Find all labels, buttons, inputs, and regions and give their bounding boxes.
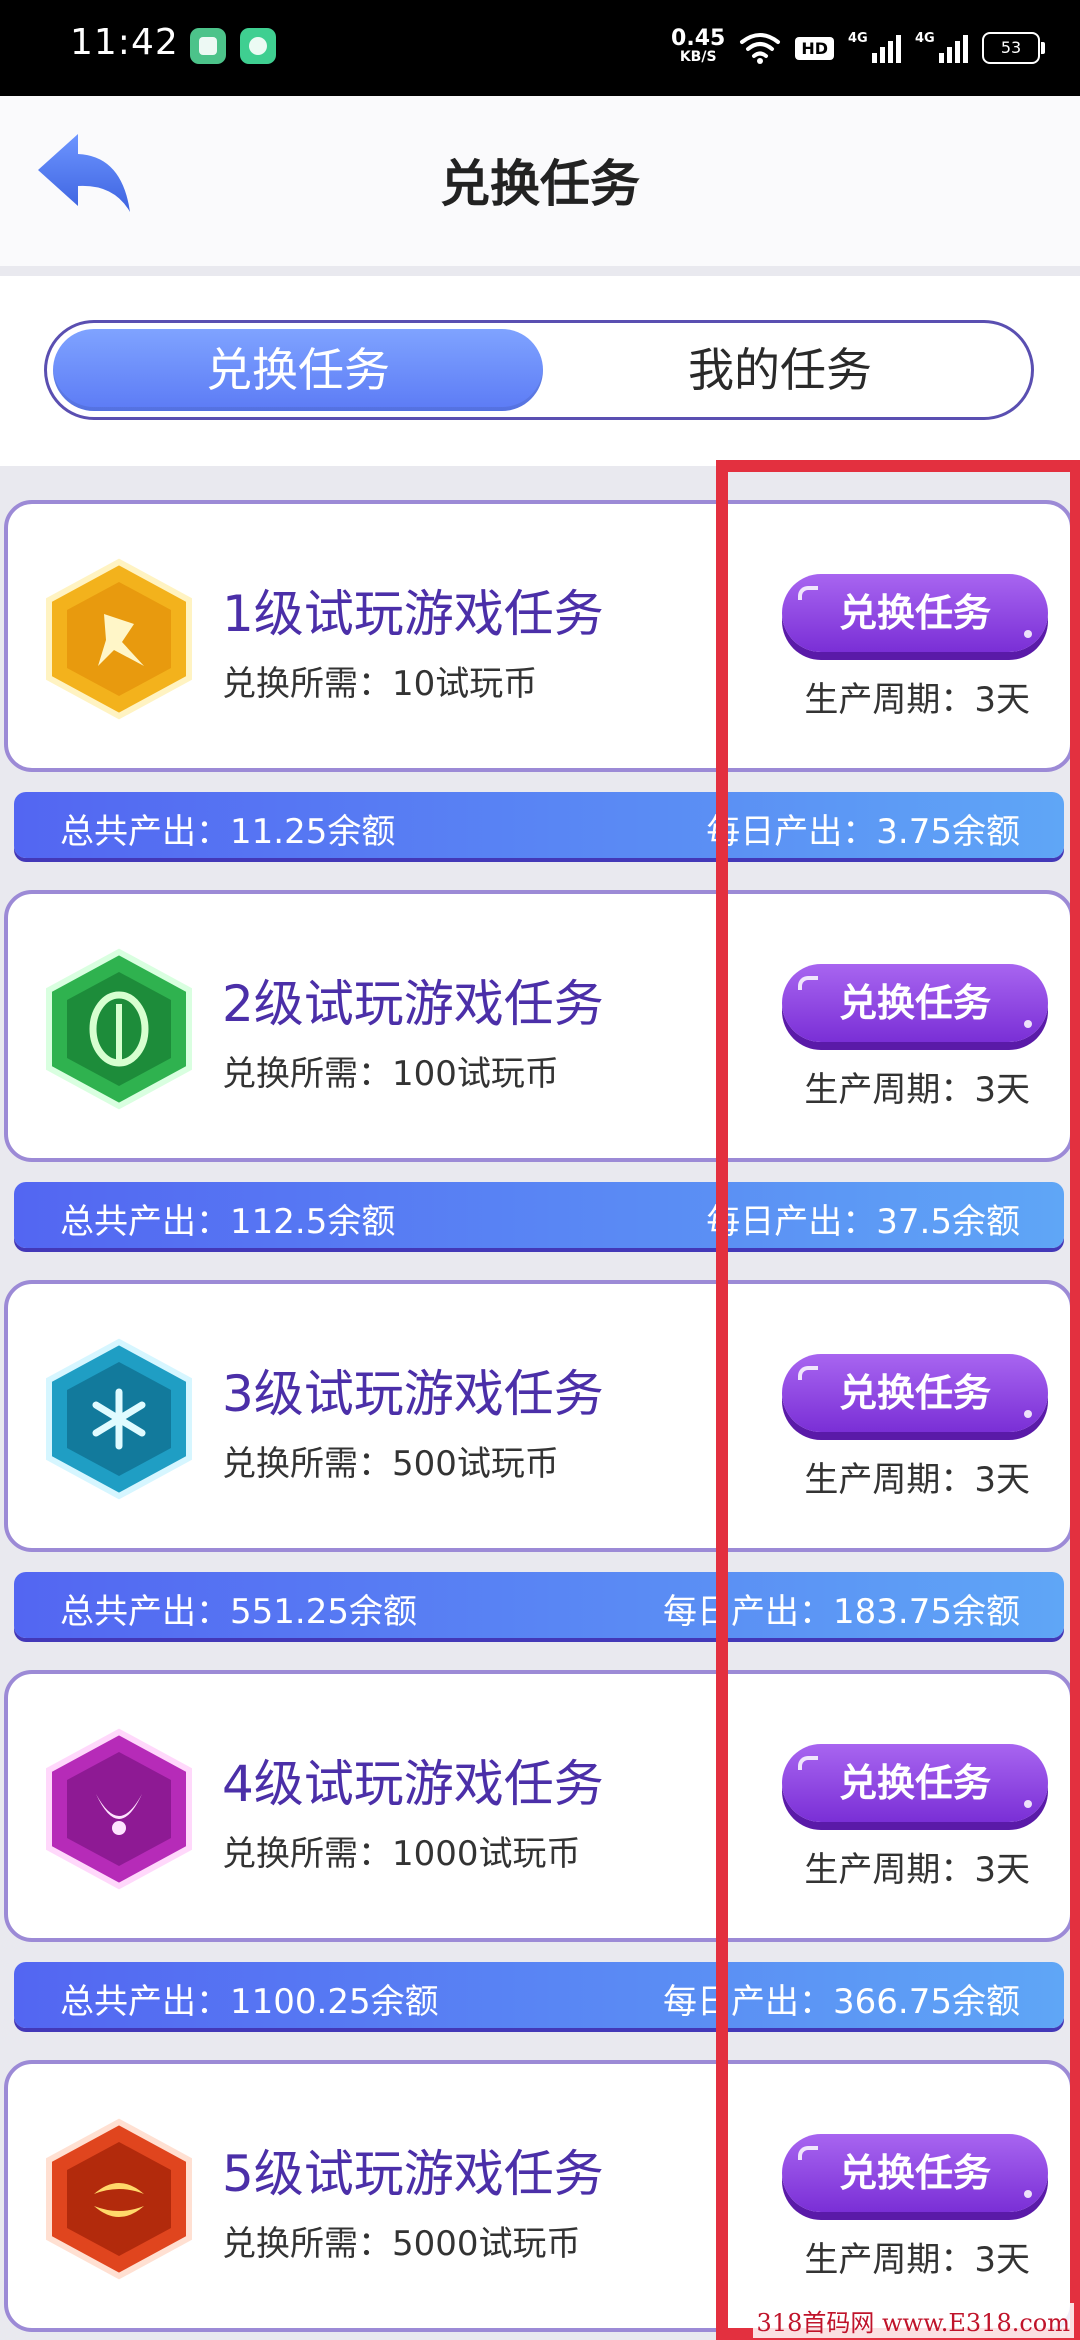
redeem-task-button[interactable]: 兑换任务 xyxy=(782,1744,1048,1822)
daily-output: 每日产出：366.75余额 xyxy=(663,1982,1020,2022)
output-summary-bar: 总共产出：1100.25余额 每日产出：366.75余额 xyxy=(14,1962,1064,2028)
total-output: 总共产出：112.5余额 xyxy=(60,1202,396,1242)
output-summary-bar: 总共产出：112.5余额 每日产出：37.5余额 xyxy=(14,1182,1064,1248)
green-gem-icon xyxy=(34,944,204,1114)
task-cost: 兑换所需：500试玩币 xyxy=(222,1444,559,1484)
task-title: 4级试玩游戏任务 xyxy=(222,1755,604,1813)
purple-gem-icon xyxy=(34,1724,204,1894)
task-cost: 兑换所需：1000试玩币 xyxy=(222,1834,581,1874)
redeem-task-button[interactable]: 兑换任务 xyxy=(782,964,1048,1042)
production-period: 生产周期：3天 xyxy=(804,680,1030,720)
status-time: 11:42 xyxy=(70,22,179,63)
task-title: 3级试玩游戏任务 xyxy=(222,1365,604,1423)
status-indicators: 0.45 KB/S HD 4G 4G 53 xyxy=(671,22,1045,74)
watermark: 318首码网 www.E318.com xyxy=(752,2303,1074,2338)
task-cost: 兑换所需：10试玩币 xyxy=(222,664,538,704)
production-period: 生产周期：3天 xyxy=(804,1460,1030,1500)
task-card: 4级试玩游戏任务 兑换所需：1000试玩币 兑换任务 生产周期：3天 xyxy=(4,1670,1074,1942)
total-output: 总共产出：551.25余额 xyxy=(60,1592,417,1632)
task-cost: 兑换所需：100试玩币 xyxy=(222,1054,559,1094)
redeem-task-button[interactable]: 兑换任务 xyxy=(782,2134,1048,2212)
hd-voice-icon: HD xyxy=(795,36,834,60)
tab-redeem-tasks[interactable]: 兑换任务 xyxy=(53,329,543,411)
daily-output: 每日产出：183.75余额 xyxy=(663,1592,1020,1632)
redeem-task-button[interactable]: 兑换任务 xyxy=(782,1354,1048,1432)
task-title: 5级试玩游戏任务 xyxy=(222,2145,604,2203)
signal-label: 4G xyxy=(848,31,868,46)
signal-icon: 4G xyxy=(915,31,968,63)
output-summary-bar: 总共产出：11.25余额 每日产出：3.75余额 xyxy=(14,792,1064,858)
notification-app-icon xyxy=(190,28,226,64)
wifi-icon xyxy=(739,32,781,64)
page-title: 兑换任务 xyxy=(440,155,640,213)
gold-gem-icon xyxy=(34,554,204,724)
task-card: 1级试玩游戏任务 兑换所需：10试玩币 兑换任务 生产周期：3天 xyxy=(4,500,1074,772)
signal-label: 4G xyxy=(915,31,935,46)
tab-bar-container: 兑换任务 我的任务 xyxy=(0,276,1080,466)
production-period: 生产周期：3天 xyxy=(804,2240,1030,2280)
production-period: 生产周期：3天 xyxy=(804,1070,1030,1110)
network-speed: 0.45 KB/S xyxy=(671,26,726,66)
task-card: 5级试玩游戏任务 兑换所需：5000试玩币 兑换任务 生产周期：3天 xyxy=(4,2060,1074,2332)
tab-my-tasks[interactable]: 我的任务 xyxy=(535,329,1025,411)
status-bar: 11:42 0.45 KB/S HD 4G 4G 53 xyxy=(0,0,1080,96)
task-card: 3级试玩游戏任务 兑换所需：500试玩币 兑换任务 生产周期：3天 xyxy=(4,1280,1074,1552)
total-output: 总共产出：11.25余额 xyxy=(60,812,396,852)
tab-switcher: 兑换任务 我的任务 xyxy=(44,320,1034,420)
output-summary-bar: 总共产出：551.25余额 每日产出：183.75余额 xyxy=(14,1572,1064,1638)
task-title: 1级试玩游戏任务 xyxy=(222,585,604,643)
battery-icon: 53 xyxy=(982,32,1045,64)
notification-app-icon xyxy=(240,28,276,64)
redeem-task-button[interactable]: 兑换任务 xyxy=(782,574,1048,652)
total-output: 总共产出：1100.25余额 xyxy=(60,1982,439,2022)
red-gem-icon xyxy=(34,2114,204,2284)
blue-gem-icon xyxy=(34,1334,204,1504)
signal-icon: 4G xyxy=(848,31,901,63)
daily-output: 每日产出：3.75余额 xyxy=(706,812,1020,852)
task-cost: 兑换所需：5000试玩币 xyxy=(222,2224,581,2264)
network-speed-value: 0.45 xyxy=(671,26,726,51)
app-header: 兑换任务 xyxy=(0,96,1080,266)
production-period: 生产周期：3天 xyxy=(804,1850,1030,1890)
daily-output: 每日产出：37.5余额 xyxy=(706,1202,1020,1242)
task-title: 2级试玩游戏任务 xyxy=(222,975,604,1033)
task-card: 2级试玩游戏任务 兑换所需：100试玩币 兑换任务 生产周期：3天 xyxy=(4,890,1074,1162)
